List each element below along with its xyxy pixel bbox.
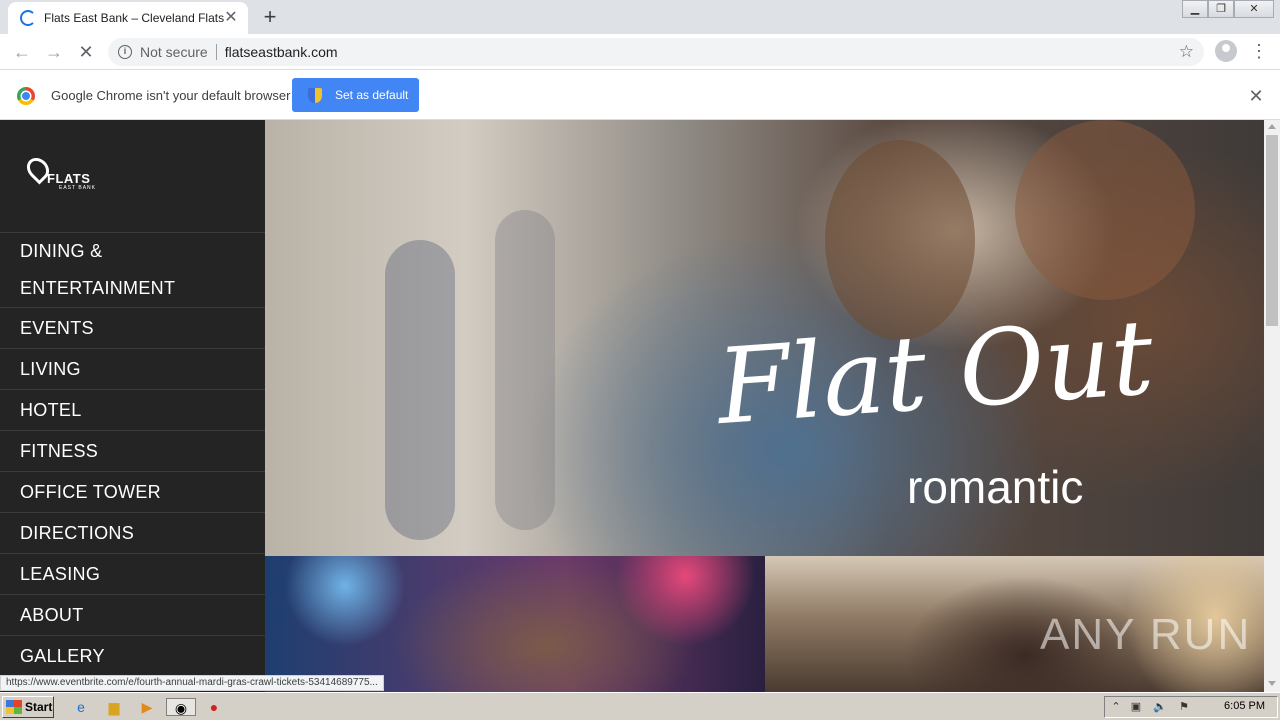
nav-label: EVENTS — [20, 318, 94, 338]
link-status-bubble: https://www.eventbrite.com/e/fourth-annu… — [0, 675, 384, 691]
separator — [215, 44, 217, 60]
nav-events[interactable]: EVENTS — [0, 307, 265, 348]
media-player-icon[interactable]: ▶ — [138, 698, 156, 716]
internet-explorer-icon[interactable]: e — [72, 698, 90, 716]
security-label[interactable]: Not secure — [140, 44, 208, 60]
nav-label: LEASING — [20, 564, 101, 584]
infobar-message: Google Chrome isn't your default browser — [51, 88, 291, 103]
minimize-button[interactable]: ▁ — [1182, 0, 1208, 18]
browser-tab[interactable]: Flats East Bank – Cleveland Flats ✕ — [8, 2, 248, 34]
nav-fitness[interactable]: FITNESS — [0, 430, 265, 471]
opera-icon[interactable]: ● — [205, 698, 223, 716]
system-tray: ⌃ ▣ 🔈 ⚑ 6:05 PM — [1104, 696, 1278, 718]
start-label: Start — [25, 700, 53, 714]
default-browser-infobar: Google Chrome isn't your default browser… — [0, 71, 1280, 120]
scroll-thumb[interactable] — [1266, 135, 1278, 326]
nav-label: ENTERTAINMENT — [20, 278, 176, 298]
nav-office-tower[interactable]: OFFICE TOWER — [0, 471, 265, 512]
profile-avatar-icon[interactable] — [1215, 40, 1237, 62]
page-scrollbar[interactable] — [1264, 120, 1280, 692]
nav-label: LIVING — [20, 359, 81, 379]
scroll-up-icon[interactable] — [1268, 124, 1276, 129]
stop-loading-icon[interactable]: ✕ — [72, 38, 100, 66]
nav-label: DIRECTIONS — [20, 523, 135, 543]
folder-icon[interactable]: ▆ — [105, 698, 123, 716]
logo-text: FLATS — [47, 171, 91, 186]
infobar-close-icon[interactable]: ✕ — [1246, 86, 1266, 106]
hero-title: Flat Out — [713, 295, 1158, 449]
nav-dining-entertainment[interactable]: DINING & ENTERTAINMENT — [0, 232, 265, 307]
hero-subtitle: romantic — [907, 461, 1084, 513]
clock[interactable]: 6:05 PM — [1224, 700, 1265, 712]
nav-directions[interactable]: DIRECTIONS — [0, 512, 265, 553]
set-as-default-button[interactable]: Set as default — [292, 78, 419, 112]
chrome-taskbar-icon[interactable]: ◉ — [166, 698, 196, 716]
nav-label: ABOUT — [20, 605, 84, 625]
tab-close-icon[interactable]: ✕ — [222, 9, 240, 27]
nav-living[interactable]: LIVING — [0, 348, 265, 389]
url-text[interactable]: flatseastbank.com — [225, 44, 338, 60]
nav-hotel[interactable]: HOTEL — [0, 389, 265, 430]
gallery-tile-party[interactable] — [265, 556, 765, 692]
uac-shield-icon — [308, 87, 322, 103]
background-people — [385, 240, 455, 540]
set-as-default-label: Set as default — [335, 88, 409, 102]
tab-title: Flats East Bank – Cleveland Flats — [44, 11, 224, 25]
tab-strip: Flats East Bank – Cleveland Flats ✕ + ▁ … — [0, 0, 1280, 34]
bookmark-star-icon[interactable]: ☆ — [1179, 42, 1194, 62]
forward-arrow-icon[interactable]: → — [40, 38, 68, 66]
browser-toolbar: ← → ✕ i Not secure flatseastbank.com ☆ — [0, 34, 1280, 70]
hero-banner[interactable]: Flat Out romantic — [265, 120, 1264, 556]
nav-label: GALLERY — [20, 646, 105, 666]
chrome-menu-icon[interactable]: ⋮ — [1250, 40, 1268, 62]
background-people — [495, 210, 555, 530]
start-button[interactable]: Start — [2, 696, 54, 718]
windows-logo-icon — [6, 700, 22, 714]
info-icon[interactable]: i — [118, 45, 132, 59]
action-center-flag-icon[interactable]: ⚑ — [1177, 700, 1191, 714]
chrome-logo-icon — [17, 87, 35, 105]
restore-button[interactable]: ❐ — [1208, 0, 1234, 18]
nav-label: HOTEL — [20, 400, 82, 420]
new-tab-button[interactable]: + — [258, 4, 282, 30]
logo-subtext: EAST BANK — [59, 185, 96, 191]
volume-icon[interactable]: 🔈 — [1153, 700, 1167, 714]
nav-about[interactable]: ABOUT — [0, 594, 265, 635]
tray-expand-icon[interactable]: ⌃ — [1109, 700, 1123, 714]
nav-label: DINING & — [20, 241, 103, 261]
address-bar[interactable]: i Not secure flatseastbank.com ☆ — [108, 38, 1204, 66]
nav-label: OFFICE TOWER — [20, 482, 161, 502]
network-icon[interactable]: ▣ — [1129, 700, 1143, 714]
windows-taskbar: Start e ▆ ▶ ◉ ● ⌃ ▣ 🔈 ⚑ 6:05 PM — [0, 692, 1280, 720]
nav-leasing[interactable]: LEASING — [0, 553, 265, 594]
anyrun-watermark: ANY RUN — [1040, 610, 1252, 659]
close-window-button[interactable]: ✕ — [1234, 0, 1274, 18]
site-logo[interactable]: FLATS EAST BANK — [22, 153, 96, 197]
back-arrow-icon[interactable]: ← — [8, 38, 36, 66]
nav-gallery[interactable]: GALLERY — [0, 635, 265, 676]
loading-spinner-icon — [20, 10, 36, 26]
site-sidebar: FLATS EAST BANK DINING & ENTERTAINMENT E… — [0, 120, 265, 692]
couple-photo-woman — [1015, 120, 1195, 300]
scroll-down-icon[interactable] — [1268, 681, 1276, 686]
nav-label: FITNESS — [20, 441, 99, 461]
